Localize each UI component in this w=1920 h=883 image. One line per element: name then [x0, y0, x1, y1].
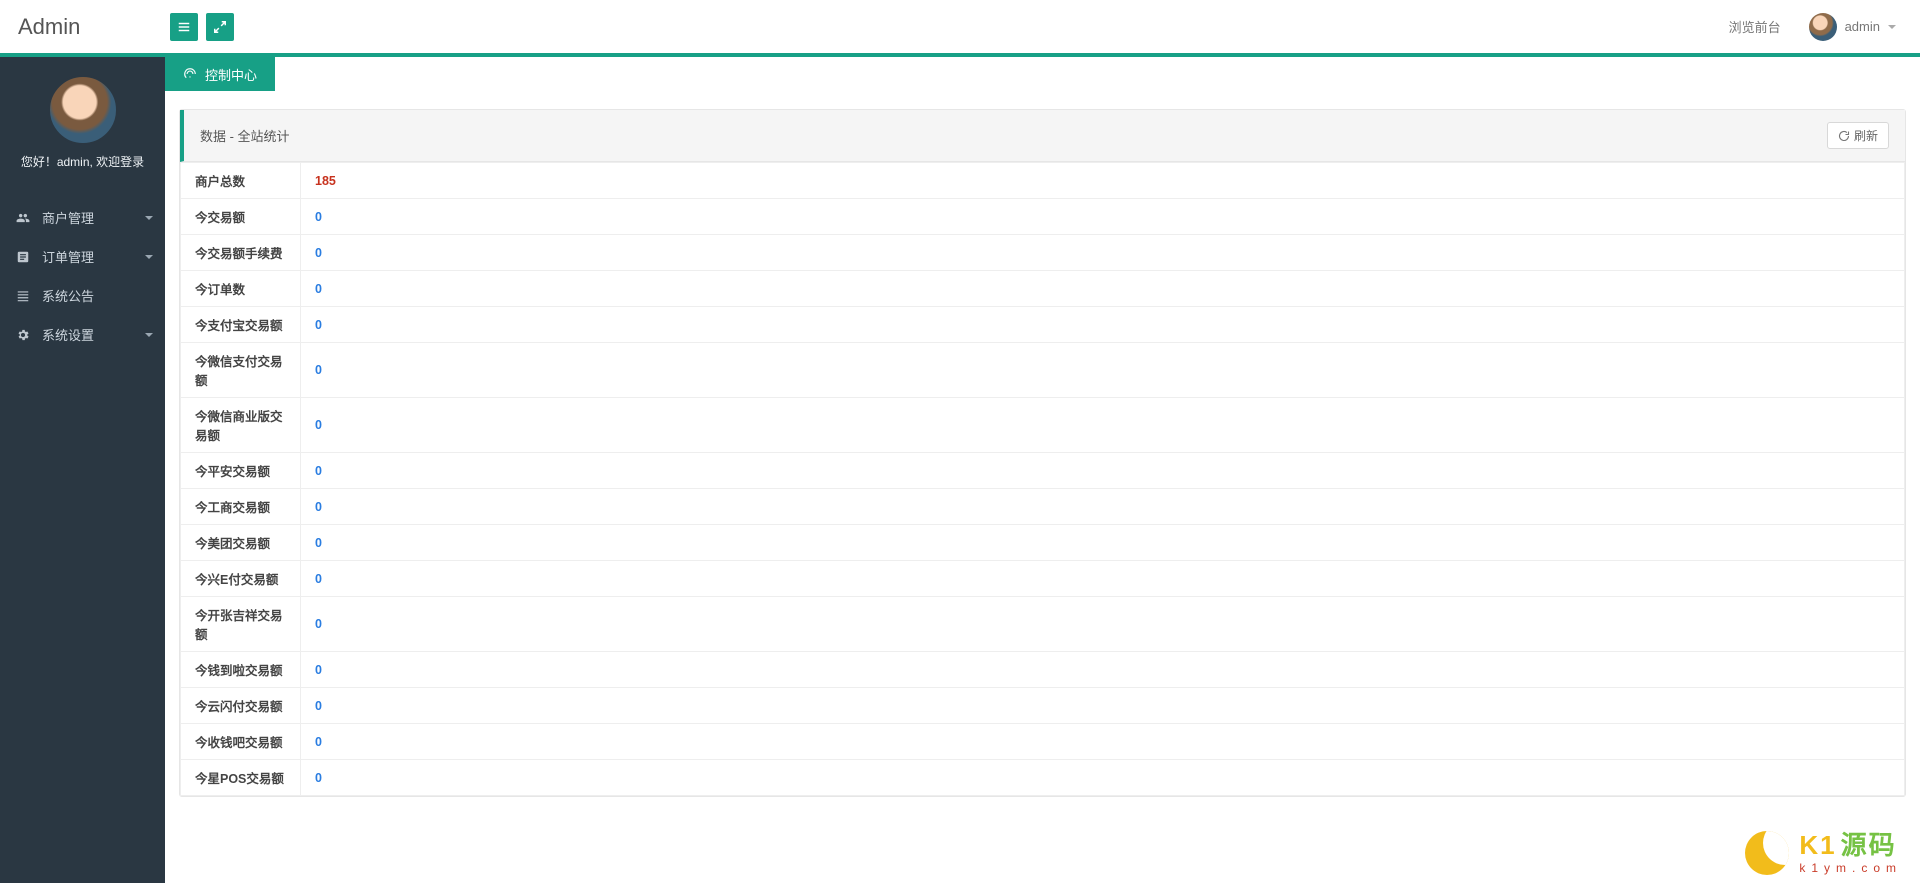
stat-value: 0: [301, 453, 1905, 489]
sidebar-item-label: 系统设置: [42, 325, 94, 344]
sidebar-item-label: 商户管理: [42, 208, 94, 227]
table-row: 今云闪付交易额0: [181, 688, 1905, 724]
panel-head: 数据 - 全站统计 刷新: [180, 110, 1905, 162]
settings-icon: [14, 328, 32, 342]
table-row: 今订单数0: [181, 271, 1905, 307]
table-row: 今微信支付交易额0: [181, 343, 1905, 398]
table-row: 今收钱吧交易额0: [181, 724, 1905, 760]
stat-value: 0: [301, 525, 1905, 561]
tab-dashboard[interactable]: 控制中心: [165, 57, 275, 91]
stat-label: 今星POS交易额: [181, 760, 301, 796]
table-row: 今开张吉祥交易额0: [181, 597, 1905, 652]
caret-down-icon: [145, 333, 153, 337]
refresh-label: 刷新: [1854, 127, 1878, 144]
stat-label: 今美团交易额: [181, 525, 301, 561]
sidebar: 您好！admin, 欢迎登录 商户管理订单管理系统公告系统设置: [0, 57, 165, 883]
table-row: 今星POS交易额0: [181, 760, 1905, 796]
refresh-button[interactable]: 刷新: [1827, 122, 1889, 149]
tabs-row: 控制中心: [165, 57, 1920, 91]
stat-value: 0: [301, 561, 1905, 597]
stat-value: 0: [301, 724, 1905, 760]
orders-icon: [14, 250, 32, 264]
sidebar-item-label: 系统公告: [42, 286, 94, 305]
table-row: 商户总数185: [181, 163, 1905, 199]
welcome-text: 您好！admin, 欢迎登录: [0, 153, 165, 170]
sidebar-item-settings[interactable]: 系统设置: [0, 315, 165, 354]
tab-label: 控制中心: [205, 65, 257, 84]
sidebar-item-orders[interactable]: 订单管理: [0, 237, 165, 276]
stat-label: 今交易额手续费: [181, 235, 301, 271]
user-name: admin: [1845, 19, 1880, 34]
stat-label: 今开张吉祥交易额: [181, 597, 301, 652]
stat-label: 今兴E付交易额: [181, 561, 301, 597]
stat-value: 0: [301, 760, 1905, 796]
fullscreen-button[interactable]: [206, 13, 234, 41]
stat-value: 0: [301, 652, 1905, 688]
panel-title: 数据 - 全站统计: [200, 126, 290, 145]
stat-label: 今工商交易额: [181, 489, 301, 525]
view-frontend-link[interactable]: 浏览前台: [1729, 17, 1781, 36]
stat-label: 今微信支付交易额: [181, 343, 301, 398]
content: 数据 - 全站统计 刷新 商户总数185今交易额0今交易额手续费0今订单数0今支…: [165, 91, 1920, 807]
stat-value: 0: [301, 307, 1905, 343]
stat-label: 今交易额: [181, 199, 301, 235]
stat-label: 今钱到啦交易额: [181, 652, 301, 688]
nav-list: 商户管理订单管理系统公告系统设置: [0, 198, 165, 354]
table-row: 今交易额0: [181, 199, 1905, 235]
refresh-icon: [1838, 130, 1850, 142]
caret-down-icon: [145, 216, 153, 220]
dashboard-icon: [183, 67, 197, 81]
stat-label: 今收钱吧交易额: [181, 724, 301, 760]
table-row: 今工商交易额0: [181, 489, 1905, 525]
topbar: Admin 浏览前台 admin: [0, 0, 1920, 53]
stat-label: 商户总数: [181, 163, 301, 199]
stat-value: 0: [301, 235, 1905, 271]
toggle-sidebar-button[interactable]: [170, 13, 198, 41]
stat-value: 0: [301, 271, 1905, 307]
stat-label: 今支付宝交易额: [181, 307, 301, 343]
stat-value: 185: [301, 163, 1905, 199]
stat-label: 今平安交易额: [181, 453, 301, 489]
avatar-small: [1809, 13, 1837, 41]
stat-label: 今微信商业版交易额: [181, 398, 301, 453]
stat-value: 0: [301, 398, 1905, 453]
stat-value: 0: [301, 489, 1905, 525]
main: 控制中心 数据 - 全站统计 刷新 商户总数185今交易额0今交易额手续费0今订…: [165, 57, 1920, 883]
topbar-right: 浏览前台 admin: [1729, 0, 1896, 53]
caret-down-icon: [145, 255, 153, 259]
table-row: 今兴E付交易额0: [181, 561, 1905, 597]
table-row: 今美团交易额0: [181, 525, 1905, 561]
stat-value: 0: [301, 343, 1905, 398]
stats-panel: 数据 - 全站统计 刷新 商户总数185今交易额0今交易额手续费0今订单数0今支…: [179, 109, 1906, 797]
topbar-buttons: [170, 13, 234, 41]
user-menu[interactable]: admin: [1809, 13, 1896, 41]
sidebar-item-users[interactable]: 商户管理: [0, 198, 165, 237]
table-row: 今交易额手续费0: [181, 235, 1905, 271]
stats-table: 商户总数185今交易额0今交易额手续费0今订单数0今支付宝交易额0今微信支付交易…: [180, 162, 1905, 796]
stat-label: 今云闪付交易额: [181, 688, 301, 724]
table-row: 今微信商业版交易额0: [181, 398, 1905, 453]
menu-icon: [177, 20, 191, 34]
caret-down-icon: [1888, 25, 1896, 29]
table-row: 今支付宝交易额0: [181, 307, 1905, 343]
sidebar-item-announce[interactable]: 系统公告: [0, 276, 165, 315]
stat-label: 今订单数: [181, 271, 301, 307]
expand-icon: [213, 20, 227, 34]
avatar-large: [48, 75, 118, 145]
table-row: 今钱到啦交易额0: [181, 652, 1905, 688]
sidebar-item-label: 订单管理: [42, 247, 94, 266]
users-icon: [14, 211, 32, 225]
brand-title: Admin: [12, 14, 162, 40]
stat-value: 0: [301, 688, 1905, 724]
announce-icon: [14, 289, 32, 303]
table-row: 今平安交易额0: [181, 453, 1905, 489]
stat-value: 0: [301, 199, 1905, 235]
stat-value: 0: [301, 597, 1905, 652]
